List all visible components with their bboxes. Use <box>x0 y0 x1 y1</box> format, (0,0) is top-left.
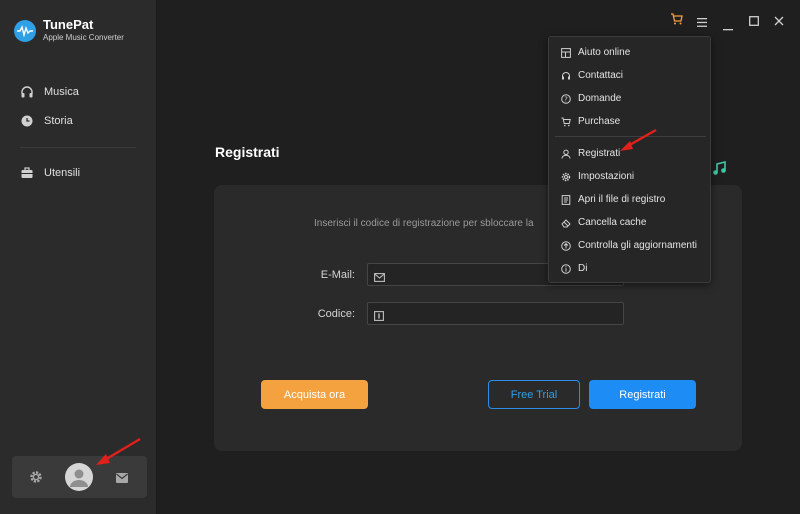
menu-item-label: Aiuto online <box>578 47 631 58</box>
cart-icon <box>561 117 571 127</box>
sidebar-item-musica[interactable]: Musica <box>20 85 79 99</box>
clock-icon <box>20 114 34 128</box>
registration-prompt: Inserisci il codice di registrazione per… <box>314 218 534 229</box>
user-icon <box>561 149 571 159</box>
close-icon[interactable] <box>774 13 784 31</box>
mail-icon[interactable] <box>115 471 129 489</box>
app-name: TunePat <box>43 17 94 32</box>
menu-item-label: Purchase <box>578 116 621 127</box>
menu-item-label: Impostazioni <box>578 171 635 182</box>
svg-text:?: ? <box>564 95 568 103</box>
mail-icon <box>374 269 385 290</box>
sidebar-item-label: Musica <box>44 86 79 98</box>
brand: TunePat Apple Music Converter <box>14 18 124 43</box>
menu-item-label: Apri il file di registro <box>578 194 666 205</box>
hamburger-icon[interactable] <box>697 14 707 32</box>
sidebar-item-utensili[interactable]: Utensili <box>20 166 80 180</box>
music-note-icon <box>711 160 727 181</box>
sidebar-item-label: Storia <box>44 115 73 127</box>
menu-item-label: Contattaci <box>578 70 624 81</box>
account-avatar[interactable] <box>65 463 93 491</box>
update-icon <box>561 240 571 251</box>
sidebar-divider <box>20 147 136 148</box>
question-icon: ? <box>561 93 571 104</box>
info-icon <box>561 263 571 274</box>
email-label: E-Mail: <box>320 269 355 281</box>
cart-icon[interactable] <box>670 12 683 30</box>
log-file-icon <box>561 194 571 205</box>
app-subtitle: Apple Music Converter <box>43 33 124 42</box>
gear-icon[interactable] <box>29 470 43 489</box>
menu-item-clear-cache[interactable]: Cancella cache <box>561 217 646 228</box>
maximize-icon[interactable] <box>749 13 759 31</box>
help-book-icon <box>561 47 571 58</box>
eraser-icon <box>561 218 571 228</box>
main-dropdown-menu: Aiuto online Contattaci ? Domande Purcha… <box>548 36 711 283</box>
menu-item-label: Registrati <box>578 148 621 159</box>
menu-item-check-updates[interactable]: Controlla gli aggiornamenti <box>561 240 697 251</box>
free-trial-button[interactable]: Free Trial <box>488 380 580 409</box>
buy-now-button[interactable]: Acquista ora <box>261 380 368 409</box>
register-button[interactable]: Registrati <box>589 380 696 409</box>
menu-item-register[interactable]: Registrati <box>561 148 620 159</box>
menu-item-label: Domande <box>578 93 622 104</box>
gear-icon <box>561 172 571 182</box>
menu-item-purchase[interactable]: Purchase <box>561 116 620 127</box>
menu-item-about[interactable]: Di <box>561 263 587 274</box>
tunepat-logo-icon <box>14 19 36 42</box>
minimize-icon[interactable] <box>723 18 733 36</box>
menu-item-help-online[interactable]: Aiuto online <box>561 47 630 58</box>
headset-icon <box>561 71 571 81</box>
code-label: Codice: <box>317 308 355 320</box>
menu-item-settings[interactable]: Impostazioni <box>561 171 634 182</box>
sidebar-item-storia[interactable]: Storia <box>20 114 73 128</box>
toolbox-icon <box>20 166 34 180</box>
key-icon <box>374 308 384 329</box>
annotation-arrow-avatar <box>96 437 141 465</box>
headphones-icon <box>20 85 34 99</box>
menu-item-label: Di <box>578 263 588 274</box>
menu-item-contact[interactable]: Contattaci <box>561 70 623 81</box>
menu-item-label: Controlla gli aggiornamenti <box>578 240 697 251</box>
menu-item-label: Cancella cache <box>578 217 647 228</box>
annotation-arrow-menu <box>620 128 657 151</box>
user-icon <box>70 469 88 487</box>
menu-item-open-log[interactable]: Apri il file di registro <box>561 194 665 205</box>
sidebar-item-label: Utensili <box>44 167 81 179</box>
code-field[interactable] <box>367 302 624 325</box>
page-title: Registrati <box>215 144 280 160</box>
menu-item-faq[interactable]: ? Domande <box>561 93 621 104</box>
